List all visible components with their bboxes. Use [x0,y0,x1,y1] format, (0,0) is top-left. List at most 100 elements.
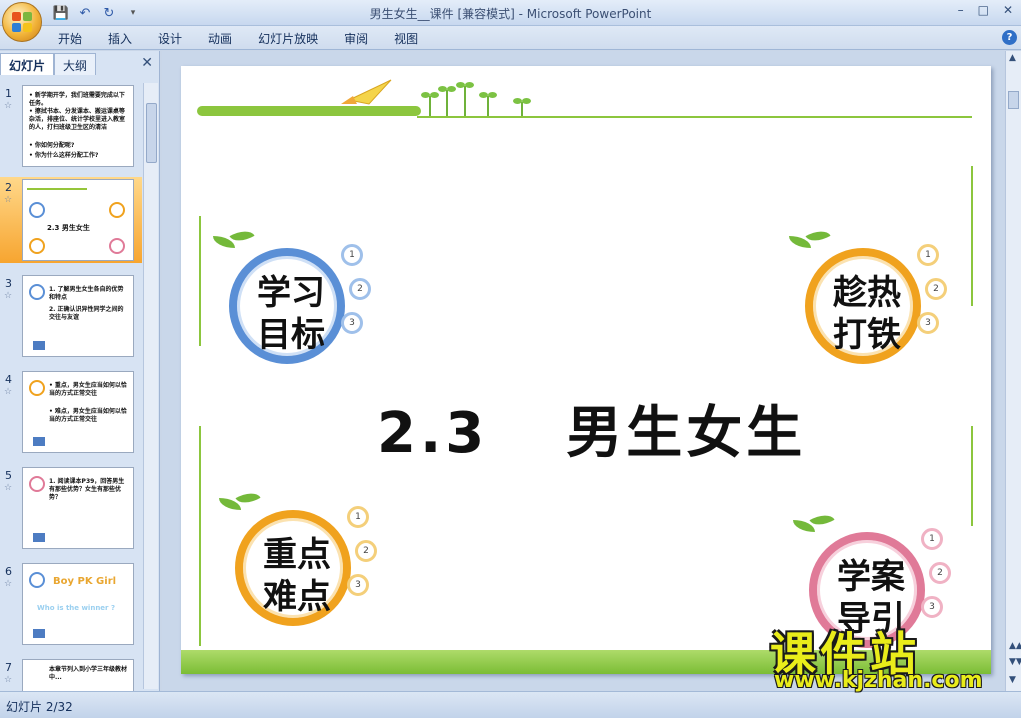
slide-thumbnail[interactable]: 2.3 男生女生 [22,179,134,261]
mini-circle-2: 2 [349,278,371,300]
thumbnail-text: 1. 阅读课本P39，回答男生有那些优势？女生有那些优势？ [49,478,125,501]
thumbnail-text: • 你如何分配呢? [29,142,75,149]
badge-char: 学 [257,273,291,313]
slide-thumbnail[interactable]: 本章节列入到小学三年级教材中... [22,659,134,691]
slide-counter: 幻灯片 2/32 [6,700,73,714]
tab-review[interactable]: 审阅 [344,30,381,47]
badge-char: 热 [867,273,901,313]
slide-thumbnail[interactable]: 1. 阅读课本P39，回答男生有那些优势？女生有那些优势？ [22,467,134,549]
thumbnail-row[interactable]: 3 ☆ 1. 了解男生女生各自的优势和特点 2. 正确认识异性同学之间的交往与友… [0,273,142,359]
tab-home[interactable]: 开始 [58,30,95,47]
badge-characters: 学 习 目 标 [237,256,337,356]
ribbon-tabs-bar: 开始 插入 设计 动画 幻灯片放映 审阅 视图 ? [0,26,1021,50]
slide-canvas[interactable]: 学 习 目 标 1 2 3 趁 热 打 铁 1 2 3 重 点 难 点 1 2 … [181,66,991,674]
panel-close-icon[interactable]: ✕ [141,55,153,71]
top-green-line [417,116,972,118]
thumbnail-text: • 新学期开学，我们班需要完成以下任务。 [29,92,125,107]
thumbnail-text: • 擦拭书本、分发课本、搬运课桌等杂活，排座位、统计学校里进入教室的人，打扫班级… [29,108,126,131]
ribbon-tabs: 开始 插入 设计 动画 幻灯片放映 审阅 视图 [58,30,444,47]
thumbnail-row[interactable]: 6 ☆ Boy PK Girl Who is the winner ? [0,561,142,647]
office-button[interactable] [2,2,42,42]
thumbnail-row[interactable]: 5 ☆ 1. 阅读课本P39，回答男生有那些优势？女生有那些优势？ [0,465,142,551]
maximize-button[interactable]: □ [978,3,989,17]
badge-ring: 学 习 目 标 [229,248,345,364]
sprout-icon [513,98,531,116]
sprout-icon [438,86,456,116]
badge-ring: 趁 热 打 铁 [805,248,921,364]
thumbnail-text: Boy PK Girl [53,576,117,587]
tab-design[interactable]: 设计 [158,30,195,47]
badge-key-points[interactable]: 重 点 难 点 1 2 3 [215,487,377,626]
thumbnail-text: 2. 正确认识异性同学之间的交往与友谊 [49,306,124,321]
slide-thumbnail[interactable]: • 新学期开学，我们班需要完成以下任务。 • 擦拭书本、分发课本、搬运课桌等杂活… [22,85,134,167]
badge-char: 学 [837,557,871,597]
sprout-icon [479,92,497,116]
mini-circle-3: 3 [921,596,943,618]
thumbnail-row-selected[interactable]: 2 ☆ 2.3 男生女生 [0,177,142,263]
slide-thumbnail[interactable]: • 重点，男女生应当如何以恰当的方式正常交往 • 难点，男女生应当如何以恰当的方… [22,371,134,453]
panel-tabs: 幻灯片 大纲 [0,53,160,75]
slide-thumbnail[interactable]: 1. 了解男生女生各自的优势和特点 2. 正确认识异性同学之间的交往与友谊 [22,275,134,357]
editor-scrollbar[interactable]: ▲ ▲▲ ▼▼ ▼ [1005,51,1021,691]
badge-ring: 重 点 难 点 [235,510,351,626]
thumbnail-number: 5 [5,469,12,482]
slide-thumbnail[interactable]: Boy PK Girl Who is the winner ? [22,563,134,645]
thumbnail-badge [29,476,45,492]
sprout-icon [456,82,474,116]
thumbnail-row[interactable]: 7 ☆ 本章节列入到小学三年级教材中... [0,657,142,691]
slide-title-number: 2.3 [377,401,489,466]
tab-view[interactable]: 视图 [394,30,431,47]
thumbnail-green-bar [27,188,87,190]
badge-learning-goals[interactable]: 学 习 目 标 1 2 3 [209,225,371,364]
thumbnail-badge [109,202,125,218]
thumbnail-row[interactable]: 1 ☆ • 新学期开学，我们班需要完成以下任务。 • 擦拭书本、分发课本、搬运课… [0,83,142,169]
thumbnail-text: Who is the winner ? [37,604,115,612]
scroll-up-icon[interactable]: ▲ [1009,53,1016,63]
mini-circle-1: 1 [341,244,363,266]
tab-slides[interactable]: 幻灯片 [0,53,55,75]
thumbnail-badge [29,572,45,588]
scroll-down-icon[interactable]: ▼ [1009,675,1016,685]
badge-char: 重 [263,535,297,575]
previous-slide-icon[interactable]: ▲▲ [1009,641,1021,651]
tab-insert[interactable]: 插入 [108,30,145,47]
thumbnail-badge [29,380,45,396]
watermark-logo: 课件站 www.kjzhan.com [770,618,1005,696]
mini-circle-1: 1 [347,506,369,528]
scrollbar-thumb[interactable] [146,103,157,163]
thumbnail-text: • 重点，男女生应当如何以恰当的方式正常交往 [49,382,127,397]
badge-char: 目 [257,315,291,355]
tab-outline[interactable]: 大纲 [54,53,97,75]
thumbnail-scrollbar[interactable] [143,83,158,689]
slide-title[interactable]: 2.3 男生女生 [377,388,806,469]
mini-circle-1: 1 [917,244,939,266]
animation-star-icon: ☆ [4,675,13,685]
help-icon[interactable]: ? [1002,30,1017,45]
mini-circle-2: 2 [925,278,947,300]
thumbnail-row[interactable]: 4 ☆ • 重点，男女生应当如何以恰当的方式正常交往 • 难点，男女生应当如何以… [0,369,142,455]
badge-practice[interactable]: 趁 热 打 铁 1 2 3 [785,225,947,364]
side-green-line [971,166,973,306]
thumbnail-text: • 你为什么这样分配工作? [29,152,99,159]
home-icon [33,341,45,350]
tab-animations[interactable]: 动画 [208,30,245,47]
thumbnail-text: 1. 了解男生女生各自的优势和特点 [49,286,124,301]
side-green-line [199,426,201,646]
badge-char: 案 [871,557,905,597]
side-green-line [199,216,201,346]
close-button[interactable]: ✕ [1003,3,1013,17]
window-controls: – □ ✕ [958,3,1013,17]
badge-char: 点 [297,577,331,617]
minimize-button[interactable]: – [958,3,964,17]
animation-star-icon: ☆ [4,483,13,493]
tab-slideshow[interactable]: 幻灯片放映 [258,30,331,47]
slide-title-text: 男生女生 [566,401,807,466]
home-icon [33,629,45,638]
office-logo-icon [12,12,32,32]
animation-star-icon: ☆ [4,291,13,301]
next-slide-icon[interactable]: ▼▼ [1009,657,1021,667]
mini-circle-1: 1 [921,528,943,550]
thumbnail-text: 本章节列入到小学三年级教材中... [49,666,128,681]
home-icon [33,533,45,542]
scrollbar-thumb[interactable] [1008,91,1019,109]
